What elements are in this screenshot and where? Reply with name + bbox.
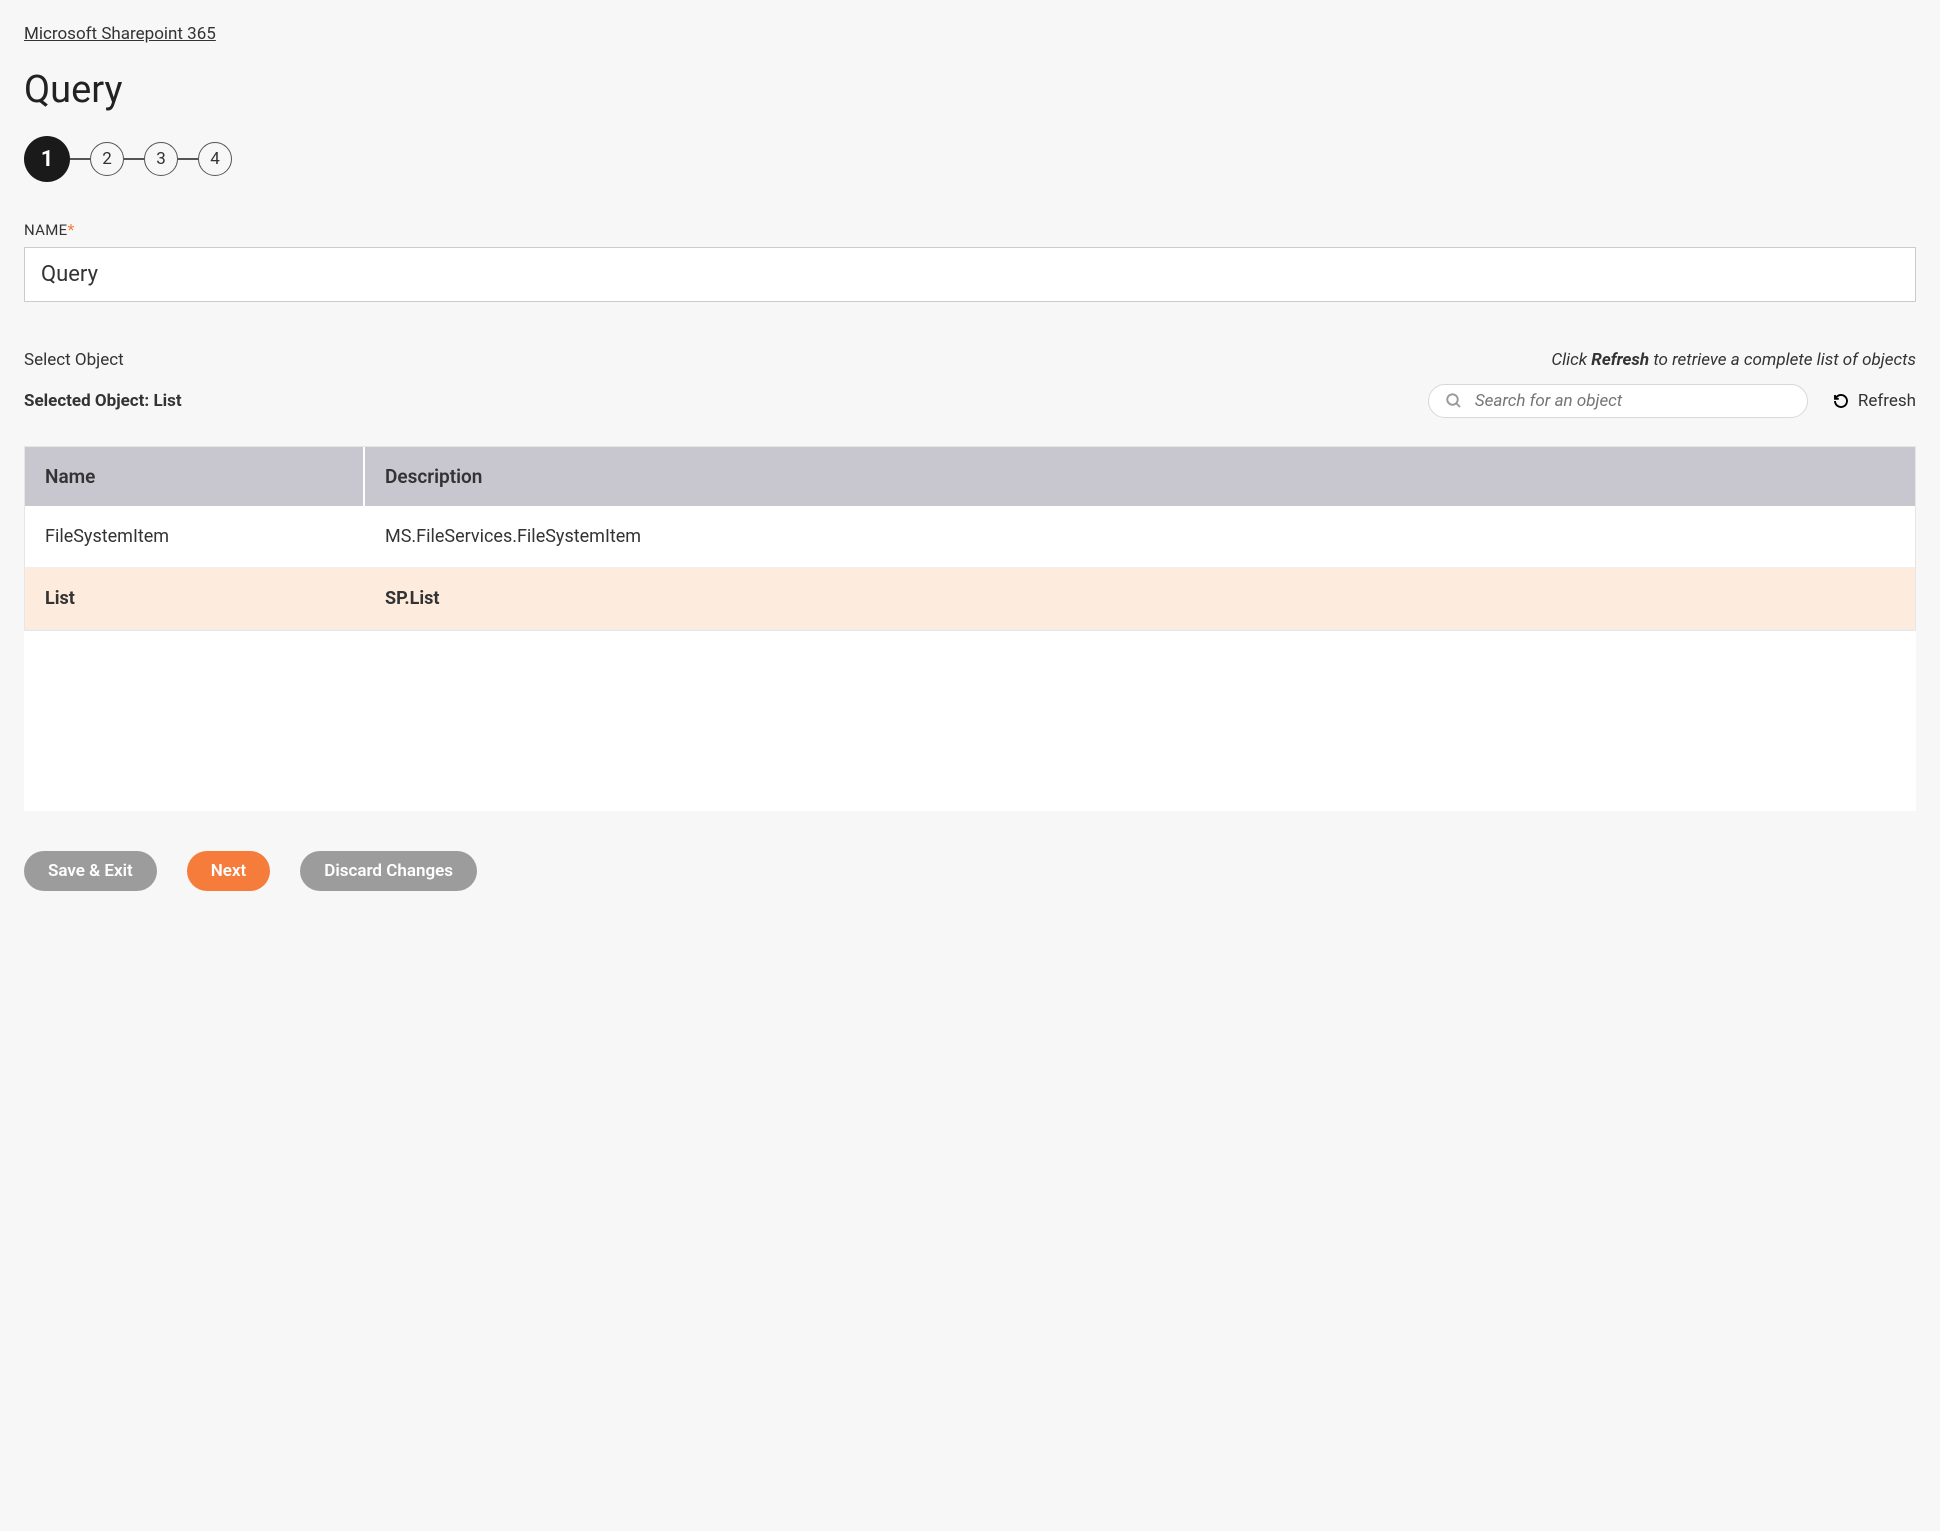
step-connector [178,158,198,160]
hint-prefix: Click [1551,350,1591,370]
hint-suffix: to retrieve a complete list of objects [1649,350,1916,370]
step-3[interactable]: 3 [144,142,178,176]
table-row[interactable]: FileSystemItemMS.FileServices.FileSystem… [25,506,1915,568]
save-exit-button[interactable]: Save & Exit [24,851,157,891]
step-2[interactable]: 2 [90,142,124,176]
table-row[interactable]: ListSP.List [25,568,1915,630]
col-header-description[interactable]: Description [365,447,1915,506]
page-title: Query [24,68,1916,112]
step-connector [124,158,144,160]
selected-object-label: Selected Object: List [24,391,182,411]
hint-bold: Refresh [1591,350,1649,370]
name-input[interactable] [24,247,1916,302]
col-header-name[interactable]: Name [25,447,365,506]
required-asterisk: * [67,220,74,239]
step-4[interactable]: 4 [198,142,232,176]
search-icon [1445,392,1463,410]
next-button[interactable]: Next [187,851,271,891]
select-object-title: Select Object [24,350,124,370]
refresh-icon [1832,392,1850,410]
cell-name: List [25,568,365,630]
refresh-label: Refresh [1858,391,1916,411]
search-container[interactable] [1428,384,1808,418]
table-empty-space [24,631,1916,811]
object-table: Name Description FileSystemItemMS.FileSe… [24,446,1916,631]
name-field-label: NAME* [24,220,1916,239]
step-connector [70,158,90,160]
breadcrumb-link[interactable]: Microsoft Sharepoint 365 [24,24,216,44]
cell-name: FileSystemItem [25,506,365,568]
step-1[interactable]: 1 [24,136,70,182]
wizard-stepper: 1234 [24,136,1916,182]
refresh-hint: Click Refresh to retrieve a complete lis… [1551,350,1916,370]
selected-prefix: Selected Object: [24,391,153,411]
name-label-text: NAME [24,221,67,239]
refresh-button[interactable]: Refresh [1832,391,1916,411]
search-input[interactable] [1463,391,1791,411]
cell-description: SP.List [365,568,1915,630]
cell-description: MS.FileServices.FileSystemItem [365,506,1915,568]
discard-button[interactable]: Discard Changes [300,851,477,891]
selected-value: List [153,391,181,411]
